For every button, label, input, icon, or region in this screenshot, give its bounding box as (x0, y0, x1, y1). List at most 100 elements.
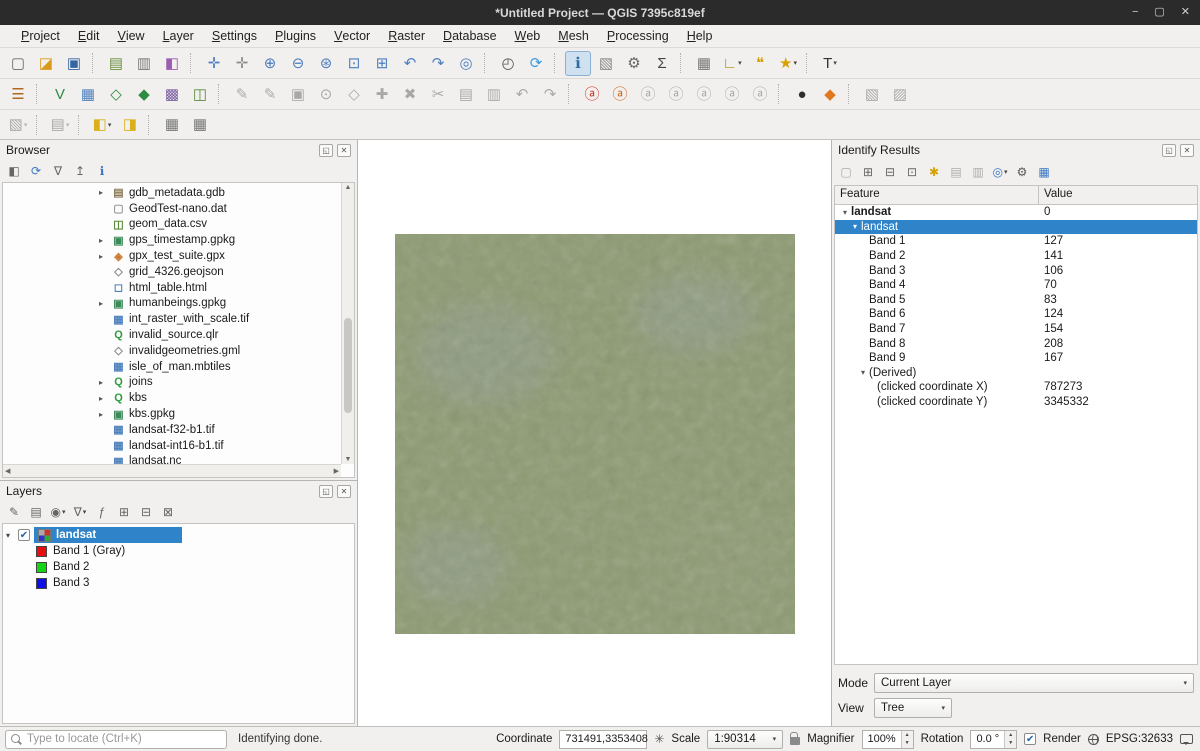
temporal-controller-icon[interactable]: ◴ (495, 51, 521, 76)
new-print-layout-icon[interactable]: ▤ (103, 51, 129, 76)
expander-icon[interactable]: ▸ (99, 236, 111, 245)
layout-manager-icon[interactable]: ▥ (131, 51, 157, 76)
close-panel-icon[interactable]: ✕ (337, 485, 351, 498)
attribute-table-icon[interactable]: ▦ (691, 51, 717, 76)
browser-item[interactable]: ▸Qjoins (3, 375, 341, 391)
crs-status[interactable]: EPSG:32633 (1106, 733, 1173, 745)
new-project-icon[interactable]: ▢ (5, 51, 31, 76)
browser-vertical-scrollbar[interactable]: ▲ ▼ (341, 183, 354, 464)
browser-collapse-all-icon[interactable]: ↥ (70, 162, 90, 181)
maximize-icon[interactable]: ▢ (1154, 7, 1164, 18)
browser-item[interactable]: ▸◈gpx_test_suite.gpx (3, 248, 341, 264)
messages-icon[interactable] (1180, 734, 1193, 744)
identify-row[interactable]: ▾landsat (835, 220, 1197, 235)
browser-item[interactable]: ▢GeodTest-nano.dat (3, 201, 341, 217)
collapse-all-layers-icon[interactable]: ⊟ (136, 503, 156, 522)
identify-features-icon[interactable]: ℹ (565, 51, 591, 76)
expand-tree-icon[interactable]: ⊞ (858, 163, 878, 182)
identify-row[interactable]: ▾landsat0 (835, 205, 1197, 220)
identify-mode-menu-icon[interactable]: ◎▾ (990, 163, 1010, 182)
text-annotation-icon[interactable]: T▾ (817, 51, 843, 76)
expander-icon[interactable]: ▸ (99, 378, 111, 387)
zoom-to-selection-icon[interactable]: ⊡ (341, 51, 367, 76)
map-themes-icon[interactable]: ◉▾ (48, 503, 68, 522)
pan-map-icon[interactable]: ✛ (201, 51, 227, 76)
pan-to-selection-icon[interactable]: ✛ (229, 51, 255, 76)
browser-item[interactable]: ▸▣gps_timestamp.gpkg (3, 232, 341, 248)
menu-plugins[interactable]: Plugins (266, 25, 325, 47)
layer-visibility-checkbox[interactable]: ✔ (18, 529, 30, 541)
python-console-icon[interactable]: ● (789, 82, 815, 107)
layer-styling-icon[interactable]: ✎ (4, 503, 24, 522)
collapse-tree-icon[interactable]: ⊟ (880, 163, 900, 182)
filter-by-expression-icon[interactable]: ƒ (92, 503, 112, 522)
map-tips-icon[interactable]: ❝ (747, 51, 773, 76)
minimize-icon[interactable]: − (1132, 7, 1138, 18)
browser-item[interactable]: ▸Qkbs (3, 390, 341, 406)
zoom-to-layer-icon[interactable]: ⊞ (369, 51, 395, 76)
add-delimited-text-layer-icon[interactable]: ◫ (187, 82, 213, 107)
render-checkbox[interactable]: ✔ (1024, 733, 1036, 745)
browser-refresh-icon[interactable]: ⟳ (26, 162, 46, 181)
identify-row[interactable]: Band 7154 (835, 322, 1197, 337)
identify-row[interactable]: Band 583 (835, 293, 1197, 308)
browser-item[interactable]: ◻html_table.html (3, 280, 341, 296)
add-mesh-layer-icon[interactable]: ▩ (159, 82, 185, 107)
identify-row[interactable]: Band 1127 (835, 234, 1197, 249)
identify-row[interactable]: Band 470 (835, 278, 1197, 293)
scroll-down-icon[interactable]: ▼ (345, 456, 352, 463)
spinner-arrows[interactable]: ▲▼ (901, 731, 913, 748)
save-layer-definition-icon[interactable]: ◨ (117, 112, 143, 137)
layer-band-item[interactable]: Band 1 (Gray) (3, 543, 354, 559)
browser-item[interactable]: ◇invalidgeometries.gml (3, 343, 341, 359)
identify-row[interactable]: Band 2141 (835, 249, 1197, 264)
measure-icon[interactable]: ∟▾ (719, 51, 745, 76)
menu-edit[interactable]: Edit (69, 25, 109, 47)
browser-item[interactable]: ◫geom_data.csv (3, 217, 341, 233)
browser-item[interactable]: ▸▤gdb_metadata.gdb (3, 185, 341, 201)
identify-row[interactable]: Band 8208 (835, 336, 1197, 351)
scroll-left-icon[interactable]: ◀ (5, 467, 10, 475)
zoom-out-icon[interactable]: ⊖ (285, 51, 311, 76)
processing-options-icon[interactable]: ⚙ (621, 51, 647, 76)
browser-item[interactable]: ▦landsat-f32-b1.tif (3, 422, 341, 438)
add-group-icon[interactable]: ▤ (26, 503, 46, 522)
scrollbar-thumb[interactable] (344, 318, 352, 413)
mode-combobox[interactable]: Current Layer ▾ (874, 673, 1194, 693)
browser-item[interactable]: ▸▣humanbeings.gpkg (3, 296, 341, 312)
identify-row[interactable]: Band 9167 (835, 351, 1197, 366)
refresh-map-icon[interactable]: ⟳ (523, 51, 549, 76)
new-shapefile-layer-icon[interactable]: ◇ (103, 82, 129, 107)
layer-band-item[interactable]: Band 2 (3, 559, 354, 575)
menu-processing[interactable]: Processing (598, 25, 678, 47)
locate-search-input[interactable]: Type to locate (Ctrl+K) (5, 730, 227, 749)
identify-row[interactable]: ▾(Derived) (835, 366, 1197, 381)
browser-item[interactable]: ▦int_raster_with_scale.tif (3, 311, 341, 327)
zoom-in-icon[interactable]: ⊕ (257, 51, 283, 76)
layer-band-item[interactable]: Band 3 (3, 575, 354, 591)
expander-icon[interactable]: ▸ (99, 394, 111, 403)
add-layer-definition-icon[interactable]: ◧▾ (89, 112, 115, 137)
new-geopackage-layer-icon[interactable]: ◆ (131, 82, 157, 107)
menu-web[interactable]: Web (506, 25, 550, 47)
menu-database[interactable]: Database (434, 25, 506, 47)
expander-icon[interactable]: ▸ (99, 252, 111, 261)
feature-column-header[interactable]: Feature (835, 186, 1039, 204)
browser-item[interactable]: ▦landsat.nc (3, 454, 341, 464)
scroll-right-icon[interactable]: ▶ (334, 467, 339, 475)
new-map-view-icon[interactable]: ▦ (159, 112, 185, 137)
save-project-icon[interactable]: ▣ (61, 51, 87, 76)
spinner-arrows[interactable]: ▲▼ (1004, 731, 1016, 748)
menu-layer[interactable]: Layer (154, 25, 203, 47)
lock-scale-icon[interactable] (790, 737, 800, 745)
browser-item[interactable]: ◇grid_4326.geojson (3, 264, 341, 280)
float-panel-icon[interactable]: ◱ (319, 144, 333, 157)
identify-row[interactable]: Band 6124 (835, 307, 1197, 322)
browser-horizontal-scrollbar[interactable]: ◀ ▶ (3, 464, 341, 477)
identify-settings-icon[interactable]: ⚙ (1012, 163, 1032, 182)
identify-row[interactable]: (clicked coordinate X)787273 (835, 380, 1197, 395)
extent-toggle-icon[interactable]: ✳ (654, 732, 664, 746)
menu-project[interactable]: Project (12, 25, 69, 47)
view-combobox[interactable]: Tree ▾ (874, 698, 952, 718)
browser-item[interactable]: Qinvalid_source.qlr (3, 327, 341, 343)
